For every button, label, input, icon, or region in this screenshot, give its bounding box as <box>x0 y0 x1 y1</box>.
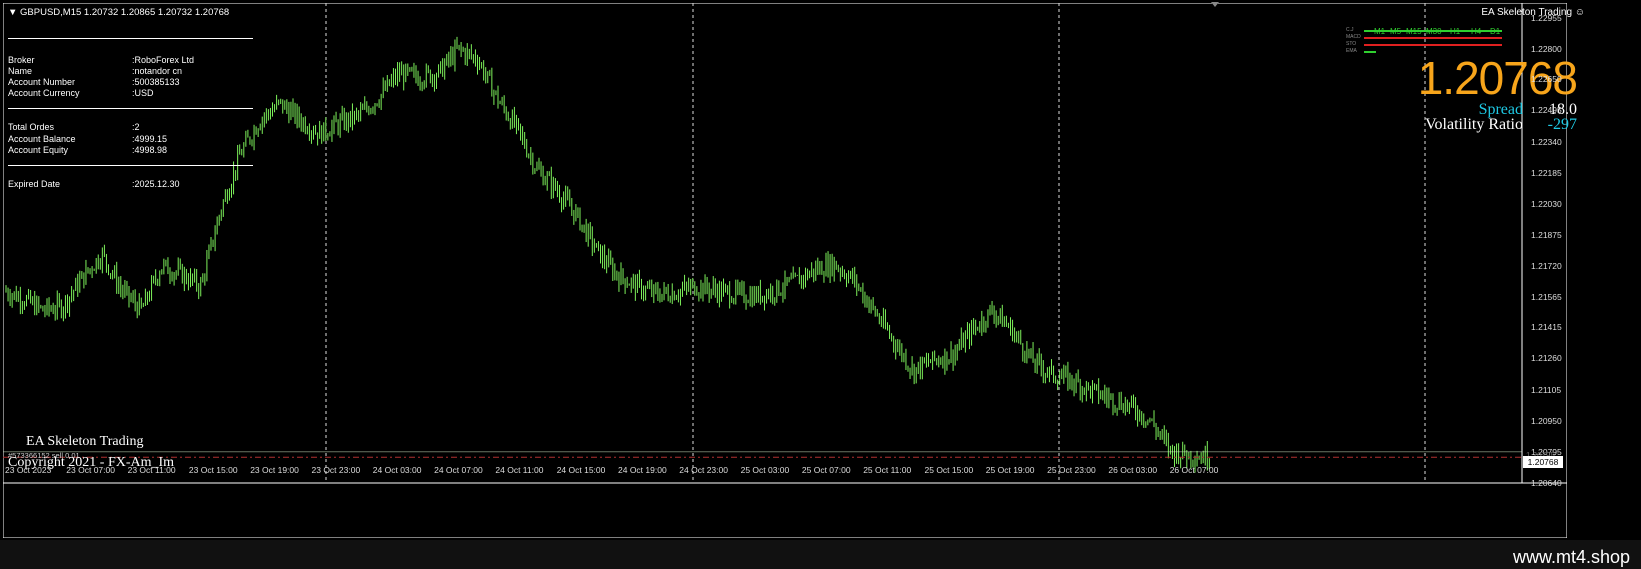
time-tick-label: 25 Oct 11:00 <box>863 465 912 475</box>
account-row: Broker :RoboForex Ltd <box>8 55 253 66</box>
indicator-bar <box>1364 30 1502 32</box>
time-tick-label: 26 Oct 07:00 <box>1169 465 1219 475</box>
account-row: Account Number :500385133 <box>8 77 253 88</box>
price-tick-label: 1.22650 <box>1531 74 1562 85</box>
time-tick-label: 26 Oct 03:00 <box>1108 465 1158 475</box>
account-row-label: Name <box>8 66 33 76</box>
indicator-label: STO <box>1346 41 1357 47</box>
time-tick-label: 24 Oct 07:00 <box>434 465 483 475</box>
account-row-label: Account Number <box>8 77 76 87</box>
price-tick-label: 1.22800 <box>1531 44 1562 55</box>
ea-watermark: EA Skeleton Trading <box>26 434 144 449</box>
account-row-label: Expired Date <box>8 179 61 189</box>
site-label: www.mt4.shop <box>1512 547 1630 567</box>
account-row-label: Account Equity <box>8 145 69 155</box>
price-tick-label: 1.22340 <box>1531 136 1562 147</box>
time-tick-label: 24 Oct 15:00 <box>556 465 606 475</box>
price-tick-label: 1.21565 <box>1531 292 1562 303</box>
account-row-value: :500385133 <box>132 77 180 87</box>
account-row-value: :2025.12.30 <box>132 179 180 189</box>
chart-menu-arrow-icon[interactable] <box>1211 2 1219 7</box>
time-tick-label: 25 Oct 19:00 <box>985 465 1035 475</box>
time-tick-label: 23 Oct 23:00 <box>311 465 361 475</box>
indicator-bar <box>1364 51 1376 53</box>
account-row-value: :RoboForex Ltd <box>132 55 195 65</box>
account-row: Total Ordes :2 <box>8 122 253 133</box>
price-tick-label: 1.20950 <box>1531 415 1562 426</box>
price-tick-label: 1.21875 <box>1531 229 1562 240</box>
volatility-label: Volatility Ratio <box>1425 116 1523 133</box>
indicator-bar <box>1364 37 1502 39</box>
account-row-value: :2 <box>132 122 140 132</box>
account-row-value: :USD <box>132 88 154 98</box>
account-row-label: Total Ordes <box>8 122 55 132</box>
account-row-value: :notandor cn <box>132 66 183 76</box>
time-tick-label: 23 Oct 19:00 <box>250 465 299 475</box>
time-tick-label: 25 Oct 15:00 <box>924 465 974 475</box>
panel-divider <box>8 165 253 166</box>
account-row-value: :4998.98 <box>132 145 168 155</box>
time-tick-label: 24 Oct 11:00 <box>495 465 544 475</box>
indicator-bar <box>1364 44 1502 46</box>
price-tick-label: 1.22030 <box>1531 198 1562 209</box>
footer-bar: www.mt4.shop <box>0 540 1641 569</box>
price-tick-label: 1.21720 <box>1531 261 1562 272</box>
time-tick-label: 23 Oct 2023 <box>5 465 52 475</box>
account-row-value: :4999.15 <box>132 134 168 144</box>
price-tick-label: 1.21415 <box>1531 322 1562 333</box>
account-row: Expired Date :2025.12.30 <box>8 179 253 190</box>
price-tick-label: 1.21260 <box>1531 353 1562 364</box>
account-row-label: Account Balance <box>8 134 76 144</box>
time-tick-label: 24 Oct 19:00 <box>618 465 667 475</box>
time-tick-label: 24 Oct 23:00 <box>679 465 728 475</box>
time-tick-label: 23 Oct 11:00 <box>127 465 176 475</box>
indicator-label: EMA <box>1346 48 1357 54</box>
current-price-tag: 1.20768 <box>1523 456 1563 468</box>
account-row: Account Balance :4999.15 <box>8 134 253 145</box>
indicator-label: MACD <box>1346 34 1361 40</box>
time-tick-label: 23 Oct 07:00 <box>66 465 115 475</box>
account-row-label: Account Currency <box>8 88 80 98</box>
indicator-label: C.J <box>1346 27 1354 33</box>
account-row: Account Equity :4998.98 <box>8 145 253 156</box>
time-tick-label: 24 Oct 03:00 <box>372 465 422 475</box>
panel-divider <box>8 38 253 39</box>
account-row-label: Broker <box>8 55 35 65</box>
time-tick-label: 25 Oct 23:00 <box>1047 465 1096 475</box>
time-tick-label: 25 Oct 07:00 <box>801 465 851 475</box>
price-tick-label: 1.22495 <box>1531 105 1562 116</box>
price-tick-label: 1.21105 <box>1531 384 1562 395</box>
account-row: Name :notandor cn <box>8 66 253 77</box>
account-row: Account Currency :USD <box>8 88 253 99</box>
price-tick-label: 1.22185 <box>1531 167 1562 178</box>
symbol-header: ▼ GBPUSD,M15 1.20732 1.20865 1.20732 1.2… <box>8 7 230 18</box>
panel-divider <box>8 108 253 109</box>
price-tick-label: 1.22955 <box>1531 13 1562 24</box>
time-tick-label: 23 Oct 15:00 <box>188 465 238 475</box>
time-tick-label: 25 Oct 03:00 <box>740 465 790 475</box>
price-tick-label: 1.20640 <box>1531 478 1562 488</box>
volatility-value: -297 <box>1547 116 1577 133</box>
